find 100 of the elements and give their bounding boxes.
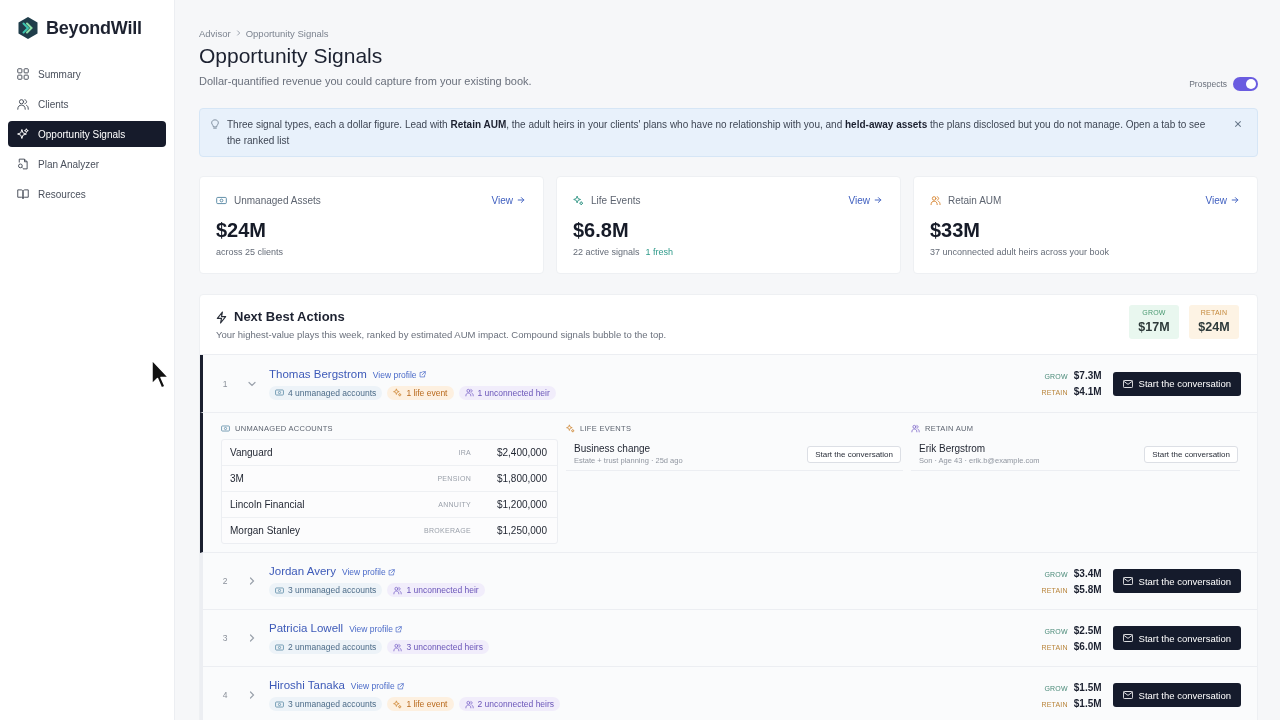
grid-icon — [17, 68, 29, 80]
client-name-link[interactable]: Jordan Avery — [269, 565, 336, 577]
nav-item[interactable]: Resources — [8, 181, 166, 207]
sparkle-icon — [566, 423, 575, 433]
sparkle-icon — [17, 128, 29, 140]
users-icon — [393, 642, 403, 652]
account-name: Vanguard — [230, 447, 274, 458]
cash-icon — [275, 699, 284, 709]
section-title: Next Best Actions — [234, 308, 345, 326]
card-caption: across 25 clients — [216, 247, 284, 257]
cash-icon — [275, 388, 284, 397]
signal-label: 4 unmanaged accounts — [288, 387, 377, 398]
account-name: 3M — [230, 473, 245, 484]
metric-value: $5.8M — [1073, 583, 1102, 595]
users-icon — [930, 194, 941, 206]
start-conversation-button[interactable]: Start the conversation — [1112, 626, 1241, 650]
signal-label: 1 unconnected heir — [477, 387, 550, 398]
metric-value: $2.5M — [1073, 624, 1102, 636]
chevron-right-icon[interactable] — [247, 633, 257, 643]
signal-label: 1 life event — [406, 387, 448, 398]
users-icon — [464, 388, 474, 397]
toggle-label: Prospects — [1189, 79, 1227, 89]
chevron-right-icon[interactable] — [247, 576, 257, 586]
brand-name: BeyondWill — [46, 17, 142, 39]
start-conversation-button[interactable]: Start the conversation — [807, 445, 901, 463]
signal-label: 2 unconnected heirs — [477, 699, 555, 709]
client-name-link[interactable]: Hiroshi Tanaka — [269, 679, 345, 691]
chevron-right-icon — [235, 29, 241, 37]
view-profile-link[interactable]: View profile — [341, 567, 395, 577]
start-conversation-button[interactable]: Start the conversation — [1112, 569, 1241, 593]
signal-label: 2 unmanaged accounts — [288, 642, 377, 652]
item-title: Erik Bergstrom — [919, 443, 987, 454]
signal-label: 3 unconnected heirs — [406, 642, 483, 652]
nav-item[interactable]: Clients — [8, 91, 166, 117]
card-label: Life Events — [591, 194, 641, 206]
metric-value: $4.1M — [1073, 386, 1102, 397]
mail-icon — [1122, 577, 1133, 585]
card-caption: 37 unconnected adult heirs across your book — [930, 247, 1110, 257]
external-link-icon — [394, 625, 402, 633]
total-value: $24M — [1198, 320, 1230, 334]
start-conversation-button[interactable]: Start the conversation — [1112, 683, 1241, 707]
nav-item[interactable]: Plan Analyzer — [8, 151, 166, 177]
client-name-link[interactable]: Patricia Lowell — [269, 622, 344, 634]
arrow-right-icon — [1231, 196, 1239, 204]
view-link[interactable]: View — [848, 194, 882, 206]
users-icon — [464, 699, 474, 709]
account-name: Lincoln Financial — [230, 499, 306, 510]
sparkle-icon — [393, 699, 403, 709]
view-link[interactable]: View — [491, 194, 525, 206]
signal-label: 1 life event — [406, 699, 448, 709]
metric-value: $6.0M — [1073, 640, 1102, 652]
breadcrumb-item: Opportunity Signals — [245, 27, 329, 39]
rank-number: 1 — [221, 378, 229, 389]
account-amount: $1,800,000 — [495, 473, 547, 484]
view-link[interactable]: View — [1205, 194, 1239, 206]
nav-item[interactable]: Opportunity Signals — [8, 121, 166, 147]
external-link-icon — [396, 682, 404, 690]
lightning-icon — [216, 310, 227, 324]
page-subtitle: Dollar-quantified revenue you could capture from your existing book. — [199, 74, 532, 88]
fresh-count: 1 fresh — [645, 247, 674, 257]
arrow-right-icon — [517, 196, 525, 204]
account-amount: $1,200,000 — [495, 499, 547, 510]
card-value: $24M — [216, 218, 268, 242]
signal-label: 3 unmanaged accounts — [288, 699, 377, 709]
card-caption: 22 active signals — [573, 247, 640, 257]
breadcrumb-item[interactable]: Advisor — [199, 27, 231, 39]
book-icon — [17, 188, 29, 200]
nav-item[interactable]: Summary — [8, 61, 166, 87]
users-icon — [911, 423, 920, 433]
view-profile-link[interactable]: View profile — [349, 624, 402, 634]
item-title: Business change — [574, 443, 652, 454]
page-title: Opportunity Signals — [199, 43, 384, 69]
signal-label: 1 unconnected heir — [406, 585, 479, 595]
view-profile-link[interactable]: View profile — [350, 681, 404, 691]
card-value: $33M — [930, 218, 982, 242]
document-search-icon — [17, 158, 29, 170]
logo-icon — [16, 16, 40, 40]
cash-icon — [275, 585, 284, 595]
chevron-right-icon[interactable] — [247, 690, 257, 700]
view-profile-link[interactable]: View profile — [372, 369, 426, 380]
sparkle-icon — [393, 388, 403, 397]
external-link-icon — [387, 568, 395, 576]
account-amount: $1,250,000 — [495, 525, 547, 536]
prospects-toggle[interactable] — [1233, 77, 1258, 91]
metric-value: $1.5M — [1073, 697, 1102, 709]
users-icon — [393, 585, 403, 595]
start-conversation-button[interactable]: Start the conversation — [1144, 445, 1238, 463]
sparkle-icon — [573, 194, 584, 206]
start-conversation-button[interactable]: Start the conversation — [1112, 371, 1241, 396]
section-subtitle: Your highest-value plays this week, ranked by estimated AUM impact. Compound signals bubble to the top. — [216, 328, 667, 341]
account-name: Morgan Stanley — [230, 525, 302, 536]
total-value: $17M — [1138, 320, 1170, 334]
client-name-link[interactable]: Thomas Bergstrom — [269, 367, 367, 380]
cash-icon — [275, 642, 284, 652]
close-icon[interactable] — [1234, 120, 1242, 128]
rank-number: 4 — [221, 690, 229, 700]
mail-icon — [1122, 691, 1133, 699]
banner-text: Three signal types, each a dollar figure. Lead with Retain AUM, the adult heirs in your clients' plans who have no relationship with you, and held-away assets the plans disclosed but you do not manage. Open a tab to see the ranked list — [227, 118, 1207, 148]
card-value: $6.8M — [573, 218, 630, 242]
rank-number: 2 — [221, 576, 229, 586]
